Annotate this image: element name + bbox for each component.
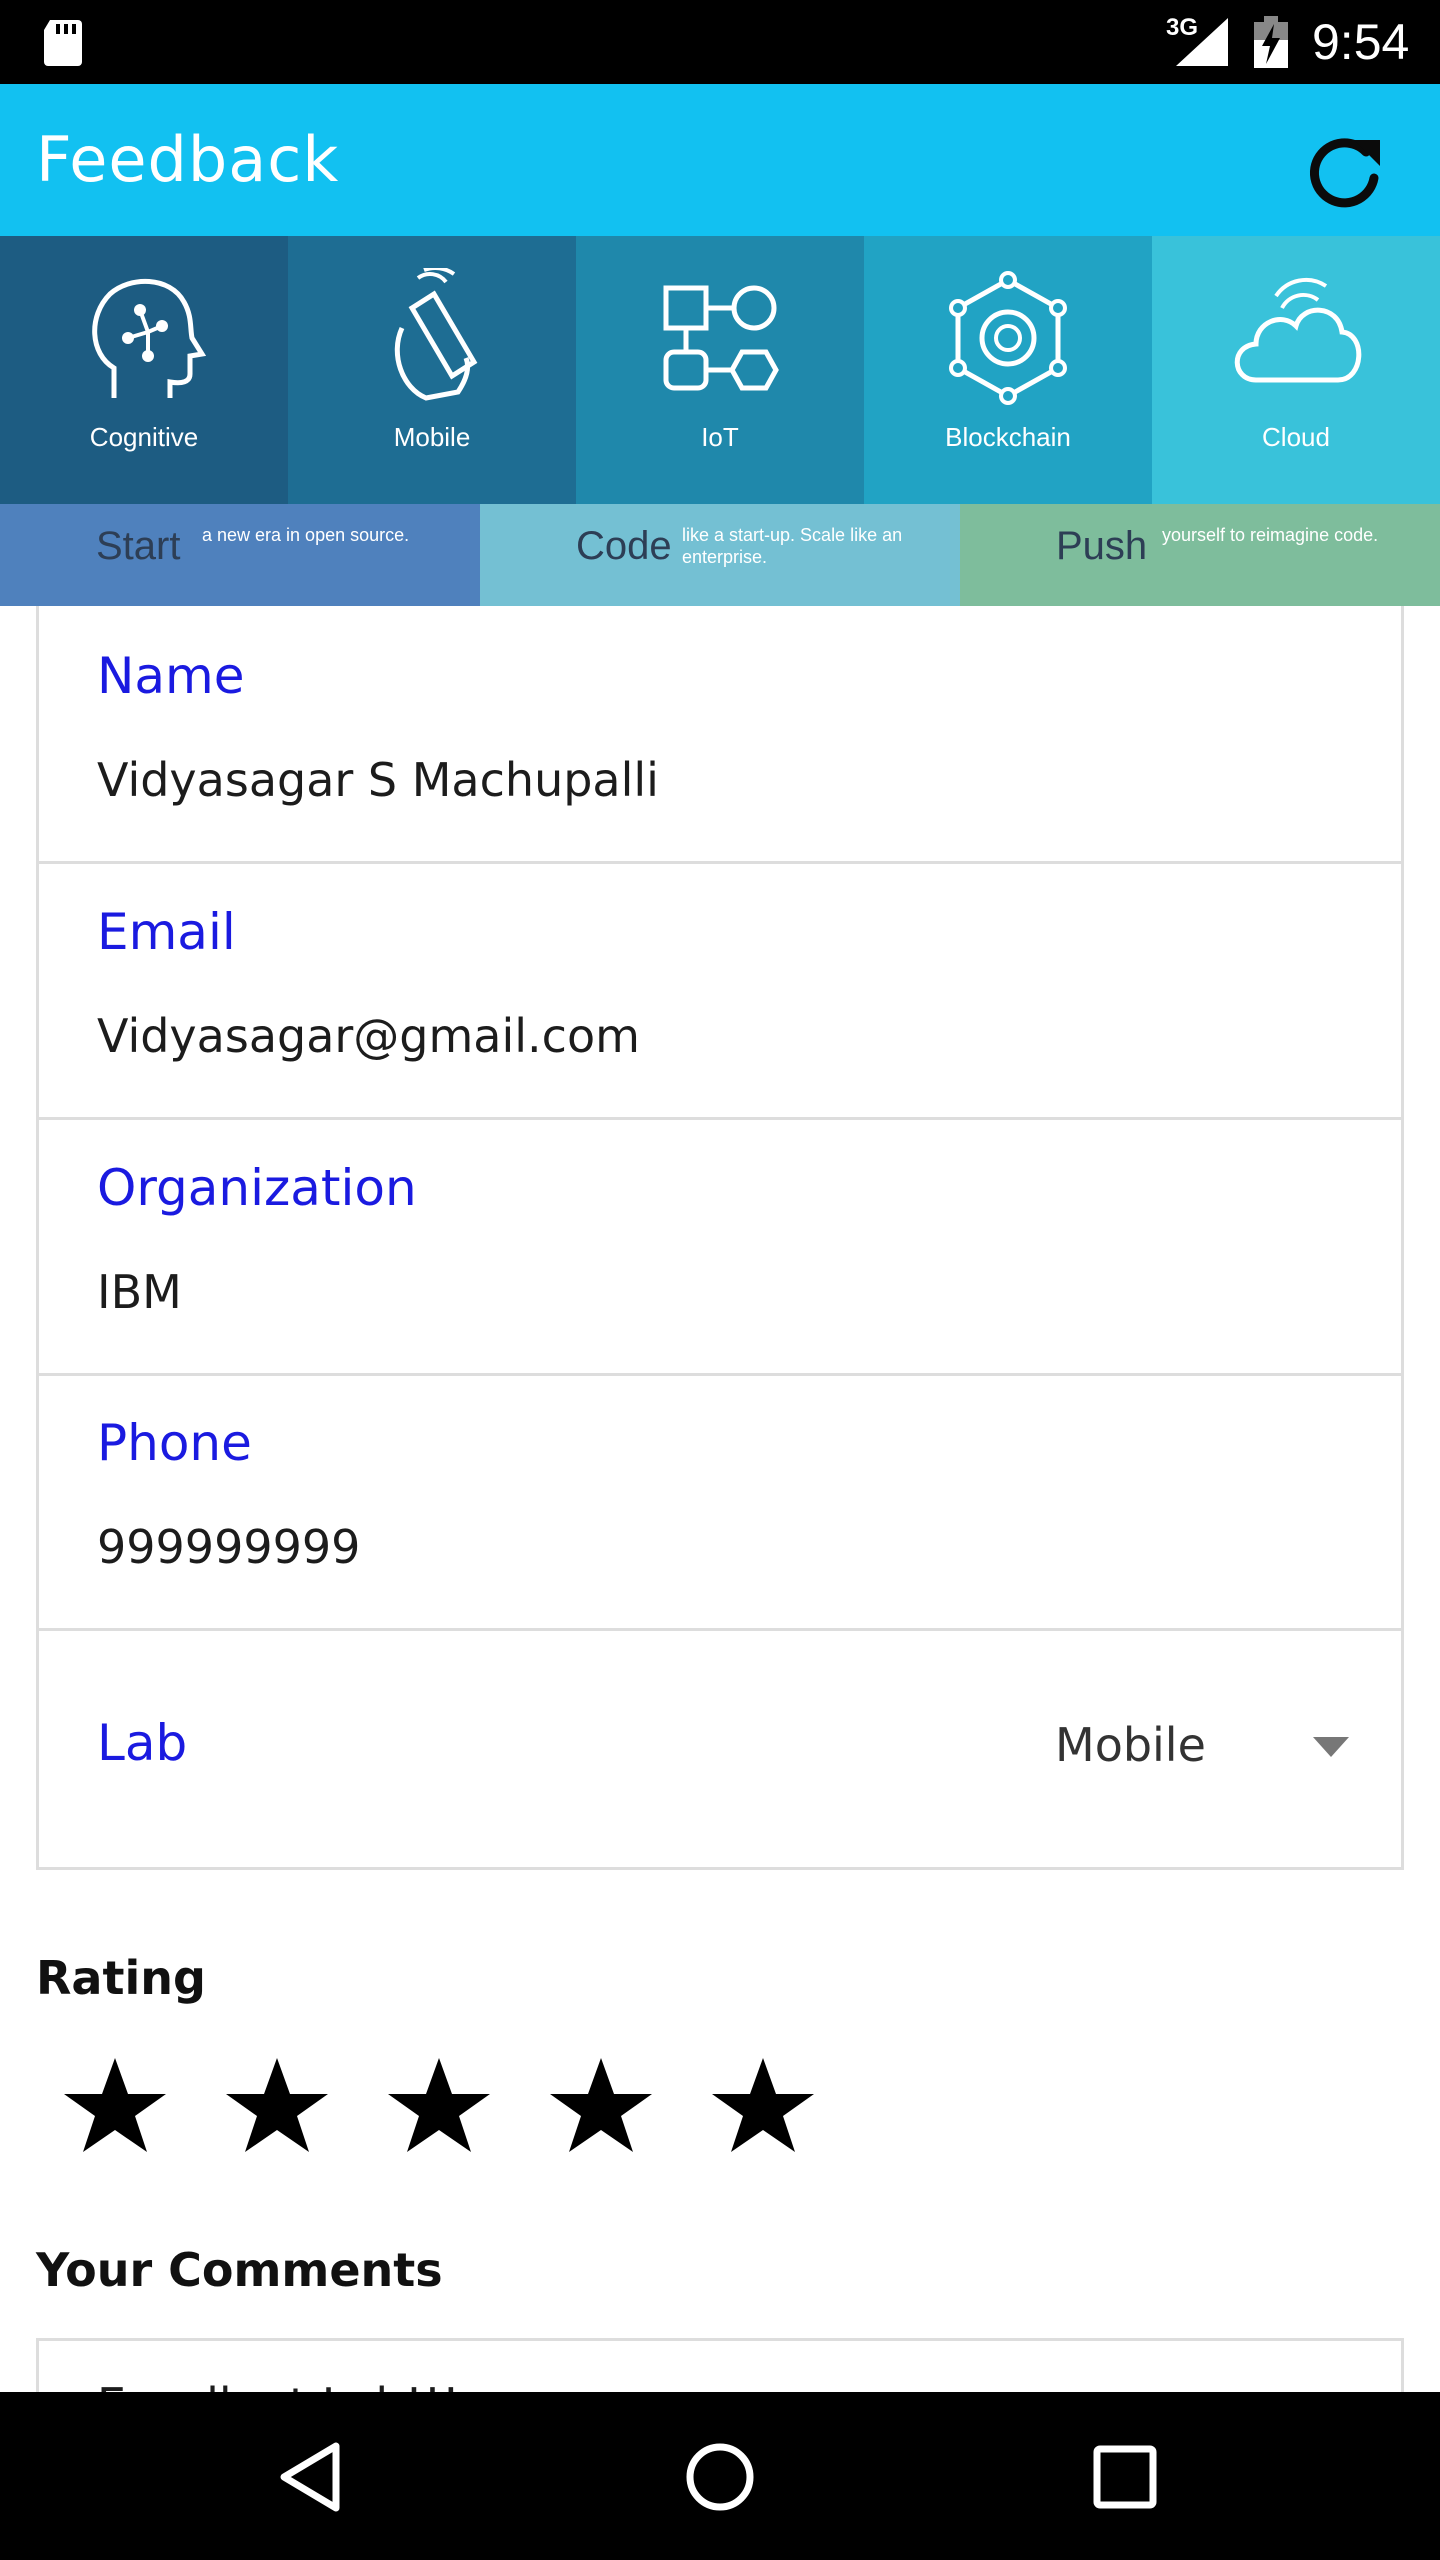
cognitive-head-icon — [92, 279, 207, 398]
organization-label: Organization — [97, 1159, 417, 1217]
refresh-icon — [1309, 138, 1380, 208]
star-2[interactable] — [222, 2050, 332, 2160]
banner-strip-start: Start a new era in open source. — [0, 504, 480, 606]
recents-button[interactable] — [1080, 2432, 1170, 2522]
lab-row: Lab Mobile — [39, 1629, 1401, 1867]
phone-field[interactable]: Phone 999999999 — [39, 1373, 1401, 1631]
strip-heading: Start — [96, 524, 181, 568]
star-4[interactable] — [546, 2050, 656, 2160]
signal-icon — [1176, 18, 1228, 66]
cloud-icon — [1234, 277, 1362, 383]
email-value[interactable]: Vidyasagar@gmail.com — [97, 1006, 640, 1066]
rating-title: Rating — [36, 1951, 206, 2005]
strip-caption: yourself to reimagine code. — [1162, 525, 1379, 545]
strip-heading: Push — [1056, 524, 1148, 568]
blockchain-icon — [949, 271, 1067, 405]
banner-tile-label: IoT — [701, 422, 739, 452]
banner-tile-blockchain: Blockchain — [864, 236, 1152, 504]
star-icon — [712, 2058, 814, 2152]
status-bar: 3G 9:54 — [0, 0, 1440, 84]
star-icon — [388, 2058, 490, 2152]
lab-selected-value: Mobile — [1055, 1718, 1206, 1772]
name-label: Name — [97, 647, 245, 705]
phone-label: Phone — [97, 1414, 252, 1472]
clock: 9:54 — [1312, 14, 1410, 70]
sd-card-icon — [44, 20, 82, 66]
back-button[interactable] — [270, 2432, 360, 2522]
organization-field[interactable]: Organization IBM — [39, 1118, 1401, 1376]
star-icon — [550, 2058, 652, 2152]
star-icon — [226, 2058, 328, 2152]
star-1[interactable] — [60, 2050, 170, 2160]
refresh-button[interactable] — [1296, 122, 1392, 218]
app-bar: Feedback — [0, 84, 1440, 236]
email-label: Email — [97, 903, 236, 961]
iot-shapes-icon — [663, 285, 779, 391]
banner-tile-label: Cognitive — [89, 422, 199, 452]
banner-strip-push: Push yourself to reimagine code. — [960, 504, 1440, 606]
name-value[interactable]: Vidyasagar S Machupalli — [97, 750, 659, 810]
name-field[interactable]: Name Vidyasagar S Machupalli — [39, 606, 1401, 864]
back-triangle-icon — [280, 2442, 340, 2512]
comments-title: Your Comments — [36, 2243, 443, 2297]
mobile-hand-icon — [394, 268, 478, 401]
banner-tile-label: Blockchain — [945, 422, 1071, 452]
feedback-form: Name Vidyasagar S Machupalli Email Vidya… — [36, 606, 1404, 1870]
star-icon — [64, 2058, 166, 2152]
banner-tile-iot: IoT — [576, 236, 864, 504]
phone-value[interactable]: 999999999 — [97, 1517, 360, 1577]
banner-tile-label: Mobile — [393, 422, 471, 452]
banner-image: Cognitive Mobile IoT Blockchain Cloud St… — [0, 236, 1440, 606]
home-button[interactable] — [675, 2432, 765, 2522]
chevron-down-icon — [1313, 1737, 1349, 1757]
recents-square-icon — [1093, 2445, 1157, 2509]
star-3[interactable] — [384, 2050, 494, 2160]
home-circle-icon — [686, 2443, 754, 2511]
organization-value[interactable]: IBM — [97, 1262, 182, 1322]
strip-heading: Code — [576, 524, 672, 568]
banner-strip-code: Code like a start-up. Scale like an ente… — [480, 504, 960, 606]
star-rating[interactable] — [60, 2050, 860, 2160]
lab-label: Lab — [97, 1714, 188, 1772]
star-5[interactable] — [708, 2050, 818, 2160]
navigation-bar — [0, 2392, 1440, 2560]
lab-dropdown[interactable]: Mobile — [1019, 1707, 1399, 1787]
strip-caption: like a start-up. Scale like an enterpris… — [682, 525, 903, 567]
banner-tile-label: Cloud — [1262, 422, 1330, 452]
app-title: Feedback — [36, 123, 340, 196]
banner-tile-cloud: Cloud — [1152, 236, 1440, 504]
banner-tile-mobile: Mobile — [288, 236, 576, 504]
battery-charging-icon — [1254, 16, 1288, 68]
banner-tile-cognitive: Cognitive — [0, 236, 288, 504]
email-field[interactable]: Email Vidyasagar@gmail.com — [39, 862, 1401, 1120]
strip-caption: a new era in open source. — [202, 525, 410, 545]
